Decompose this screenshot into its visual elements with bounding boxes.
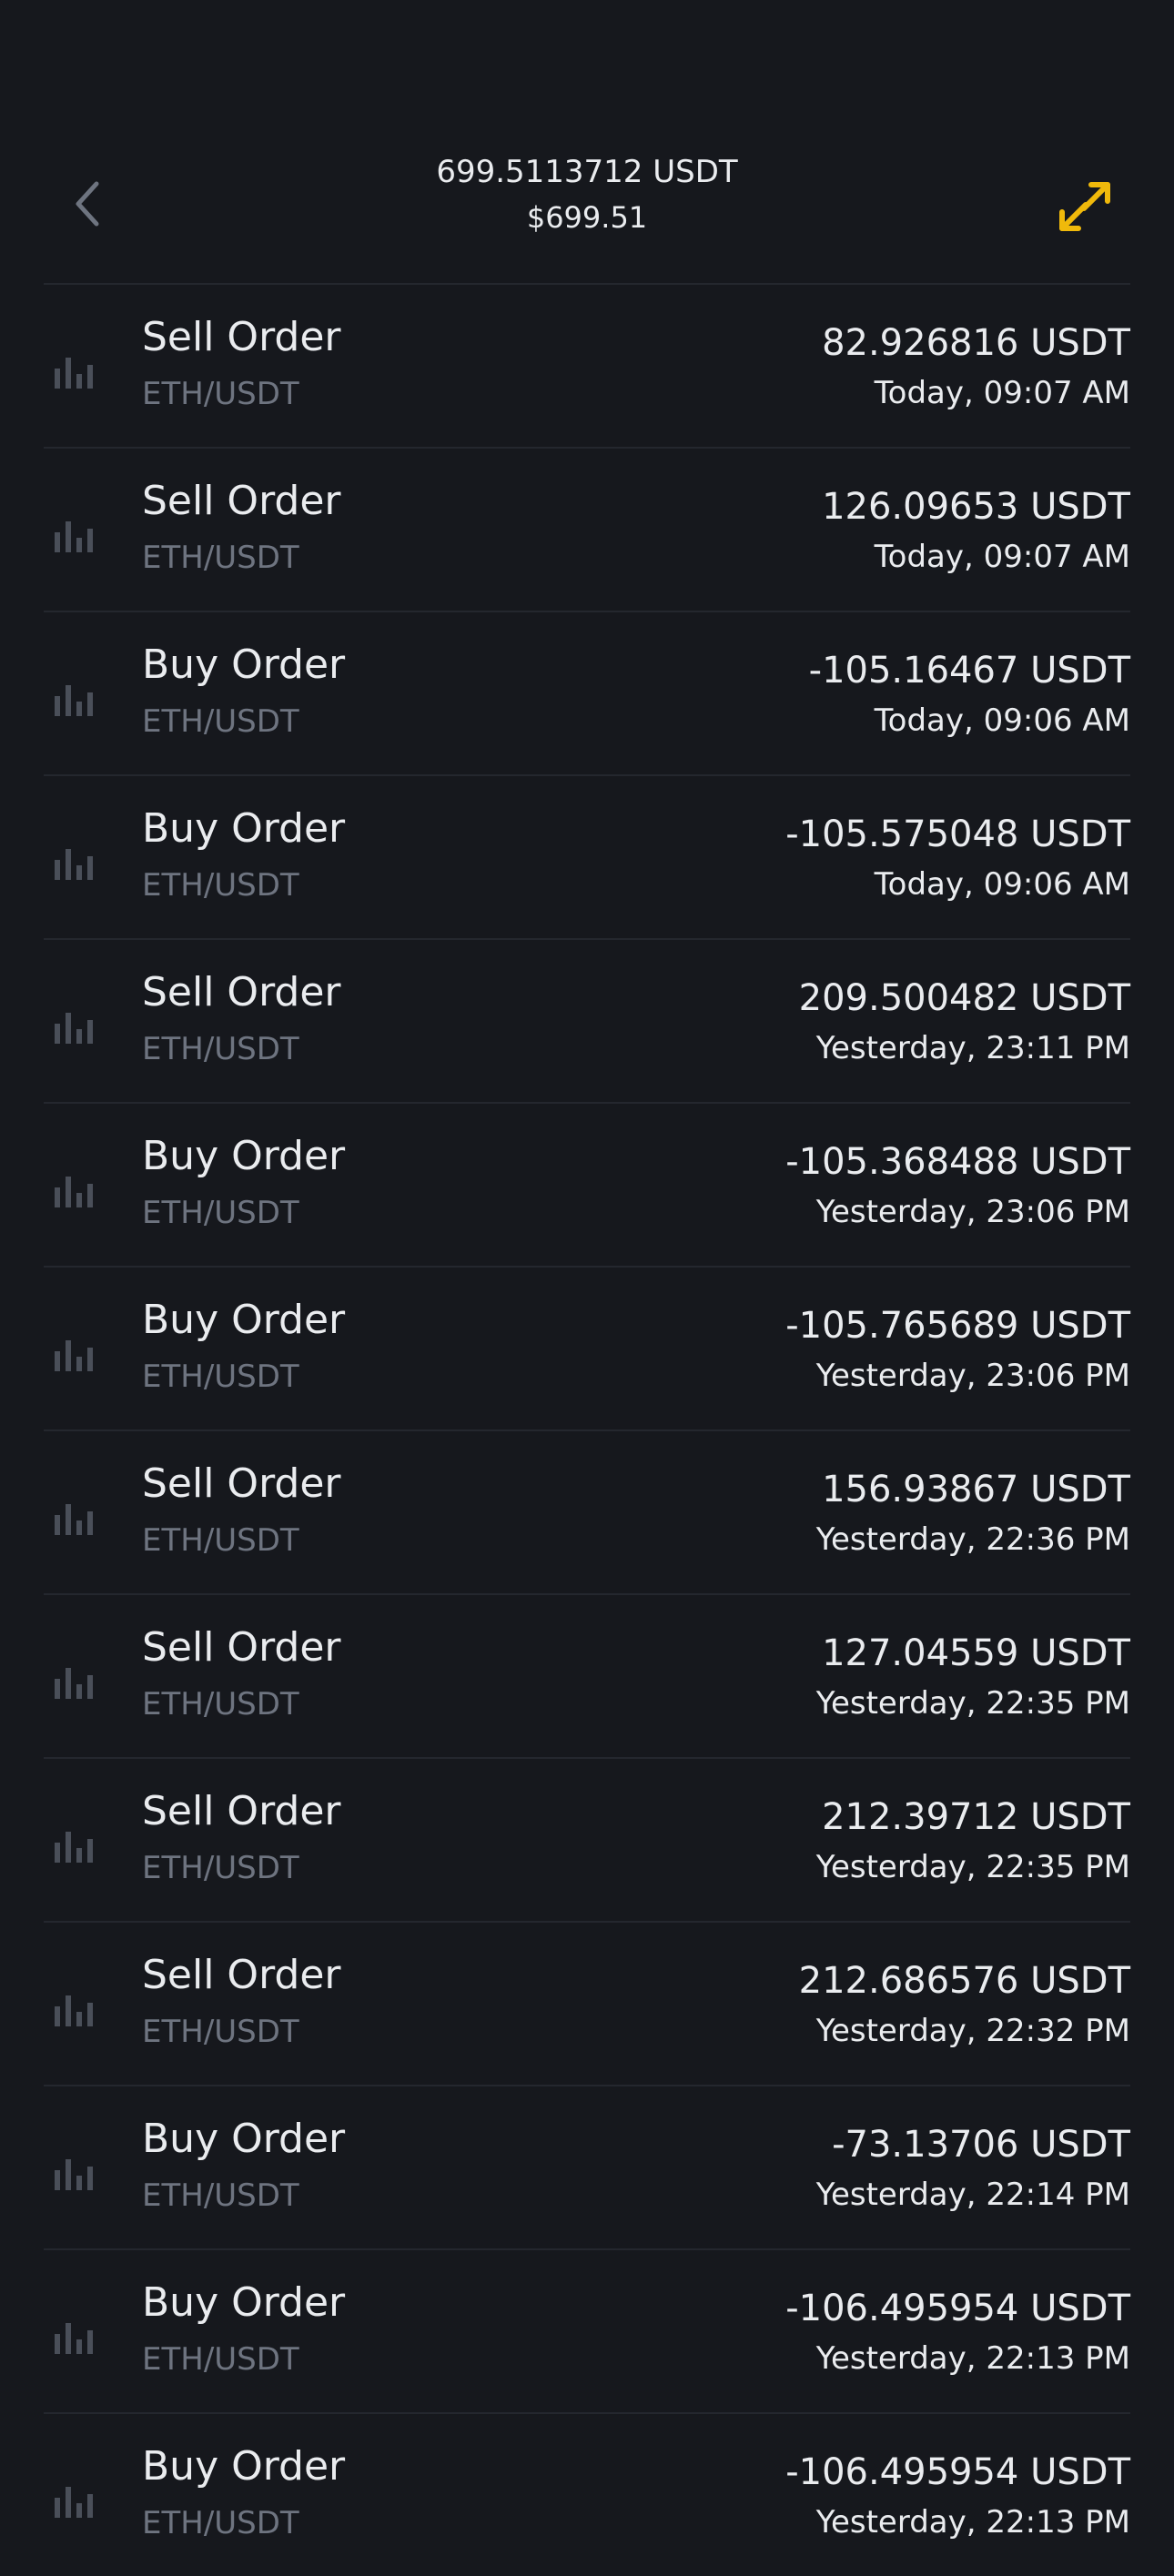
order-row[interactable]: Sell Order ETH/USDT 209.500482 USDT Yest… bbox=[44, 938, 1130, 1102]
bar-chart-icon bbox=[55, 1832, 93, 1863]
order-row[interactable]: Buy Order ETH/USDT -105.16467 USDT Today… bbox=[44, 611, 1130, 774]
order-time: Yesterday, 22:35 PM bbox=[815, 1685, 1130, 1722]
order-pair: ETH/USDT bbox=[142, 1522, 299, 1559]
bar-chart-icon bbox=[55, 2159, 93, 2190]
bar-chart-icon bbox=[55, 1340, 93, 1371]
order-pair: ETH/USDT bbox=[142, 2014, 299, 2050]
order-row[interactable]: Sell Order ETH/USDT 212.686576 USDT Yest… bbox=[44, 1921, 1130, 2085]
order-row[interactable]: Buy Order ETH/USDT -106.495954 USDT Yest… bbox=[44, 2412, 1130, 2576]
order-row[interactable]: Buy Order ETH/USDT -105.575048 USDT Toda… bbox=[44, 774, 1130, 938]
order-type: Sell Order bbox=[142, 1460, 341, 1507]
order-row[interactable]: Buy Order ETH/USDT -105.368488 USDT Yest… bbox=[44, 1102, 1130, 1266]
order-type: Buy Order bbox=[142, 2116, 346, 2162]
bar-chart-icon bbox=[55, 521, 93, 552]
order-amount: 127.04559 USDT bbox=[822, 1632, 1130, 1674]
order-row[interactable]: Sell Order ETH/USDT 126.09653 USDT Today… bbox=[44, 447, 1130, 611]
order-type: Buy Order bbox=[142, 641, 346, 688]
order-pair: ETH/USDT bbox=[142, 376, 299, 412]
bar-chart-icon bbox=[55, 849, 93, 880]
order-time: Yesterday, 23:06 PM bbox=[815, 1358, 1130, 1394]
order-row[interactable]: Buy Order ETH/USDT -106.495954 USDT Yest… bbox=[44, 2248, 1130, 2412]
order-row[interactable]: Sell Order ETH/USDT 82.926816 USDT Today… bbox=[44, 283, 1130, 447]
order-pair: ETH/USDT bbox=[142, 703, 299, 740]
order-pair: ETH/USDT bbox=[142, 2341, 299, 2378]
order-amount: -106.495954 USDT bbox=[785, 2288, 1130, 2329]
order-amount: -73.13706 USDT bbox=[832, 2124, 1130, 2166]
order-amount: 82.926816 USDT bbox=[822, 322, 1130, 364]
swap-button[interactable] bbox=[1056, 177, 1114, 235]
order-amount: -105.765689 USDT bbox=[785, 1305, 1130, 1347]
order-time: Today, 09:07 AM bbox=[874, 375, 1130, 411]
order-time: Yesterday, 23:11 PM bbox=[815, 1030, 1130, 1066]
bar-chart-icon bbox=[55, 1995, 93, 2026]
order-time: Today, 09:07 AM bbox=[874, 539, 1130, 575]
order-pair: ETH/USDT bbox=[142, 1850, 299, 1886]
order-time: Yesterday, 22:14 PM bbox=[815, 2177, 1130, 2213]
order-pair: ETH/USDT bbox=[142, 1195, 299, 1231]
order-time: Yesterday, 23:06 PM bbox=[815, 1194, 1130, 1230]
order-amount: 212.39712 USDT bbox=[822, 1796, 1130, 1838]
order-time: Yesterday, 22:35 PM bbox=[815, 1849, 1130, 1885]
order-amount: -105.575048 USDT bbox=[785, 813, 1130, 855]
order-pair: ETH/USDT bbox=[142, 867, 299, 904]
order-type: Buy Order bbox=[142, 805, 346, 852]
order-time: Yesterday, 22:13 PM bbox=[815, 2340, 1130, 2377]
bar-chart-icon bbox=[55, 2323, 93, 2354]
order-type: Sell Order bbox=[142, 1624, 341, 1671]
order-pair: ETH/USDT bbox=[142, 2505, 299, 2541]
order-pair: ETH/USDT bbox=[142, 1031, 299, 1067]
order-amount: -105.368488 USDT bbox=[785, 1141, 1130, 1183]
order-pair: ETH/USDT bbox=[142, 540, 299, 576]
order-row[interactable]: Sell Order ETH/USDT 156.93867 USDT Yeste… bbox=[44, 1429, 1130, 1593]
swap-arrows-icon bbox=[1059, 182, 1110, 231]
balance-amount: 699.5113712 USDT bbox=[436, 154, 738, 190]
order-row[interactable]: Sell Order ETH/USDT 127.04559 USDT Yeste… bbox=[44, 1593, 1130, 1757]
header: 699.5113712 USDT $699.51 bbox=[0, 136, 1174, 282]
balance-fiat: $699.51 bbox=[526, 200, 648, 235]
order-time: Yesterday, 22:32 PM bbox=[815, 2013, 1130, 2049]
order-type: Buy Order bbox=[142, 1297, 346, 1343]
order-amount: 156.93867 USDT bbox=[822, 1469, 1130, 1510]
order-time: Yesterday, 22:13 PM bbox=[815, 2504, 1130, 2541]
order-pair: ETH/USDT bbox=[142, 1359, 299, 1395]
bar-chart-icon bbox=[55, 1013, 93, 1044]
order-time: Today, 09:06 AM bbox=[874, 702, 1130, 739]
order-pair: ETH/USDT bbox=[142, 2177, 299, 2214]
order-row[interactable]: Sell Order ETH/USDT 212.39712 USDT Yeste… bbox=[44, 1757, 1130, 1921]
order-row[interactable]: Buy Order ETH/USDT -73.13706 USDT Yester… bbox=[44, 2085, 1130, 2248]
bar-chart-icon bbox=[55, 2487, 93, 2518]
order-type: Sell Order bbox=[142, 314, 341, 360]
bar-chart-icon bbox=[55, 358, 93, 389]
order-amount: -105.16467 USDT bbox=[808, 650, 1130, 692]
order-amount: 212.686576 USDT bbox=[798, 1960, 1130, 2002]
order-type: Sell Order bbox=[142, 969, 341, 1015]
bar-chart-icon bbox=[55, 685, 93, 716]
order-amount: 209.500482 USDT bbox=[798, 977, 1130, 1019]
order-pair: ETH/USDT bbox=[142, 1686, 299, 1722]
order-type: Sell Order bbox=[142, 478, 341, 524]
bar-chart-icon bbox=[55, 1504, 93, 1535]
order-type: Buy Order bbox=[142, 2443, 346, 2490]
order-row[interactable]: Buy Order ETH/USDT -105.765689 USDT Yest… bbox=[44, 1266, 1130, 1429]
order-time: Today, 09:06 AM bbox=[874, 866, 1130, 903]
order-type: Sell Order bbox=[142, 1788, 341, 1834]
order-amount: 126.09653 USDT bbox=[822, 486, 1130, 528]
order-type: Buy Order bbox=[142, 2279, 346, 2326]
bar-chart-icon bbox=[55, 1668, 93, 1699]
order-type: Buy Order bbox=[142, 1133, 346, 1179]
order-amount: -106.495954 USDT bbox=[785, 2451, 1130, 2493]
balance-summary: 699.5113712 USDT $699.51 bbox=[0, 149, 1174, 240]
bar-chart-icon bbox=[55, 1177, 93, 1207]
order-list: Sell Order ETH/USDT 82.926816 USDT Today… bbox=[44, 283, 1130, 2576]
order-type: Sell Order bbox=[142, 1952, 341, 1998]
order-time: Yesterday, 22:36 PM bbox=[815, 1521, 1130, 1558]
